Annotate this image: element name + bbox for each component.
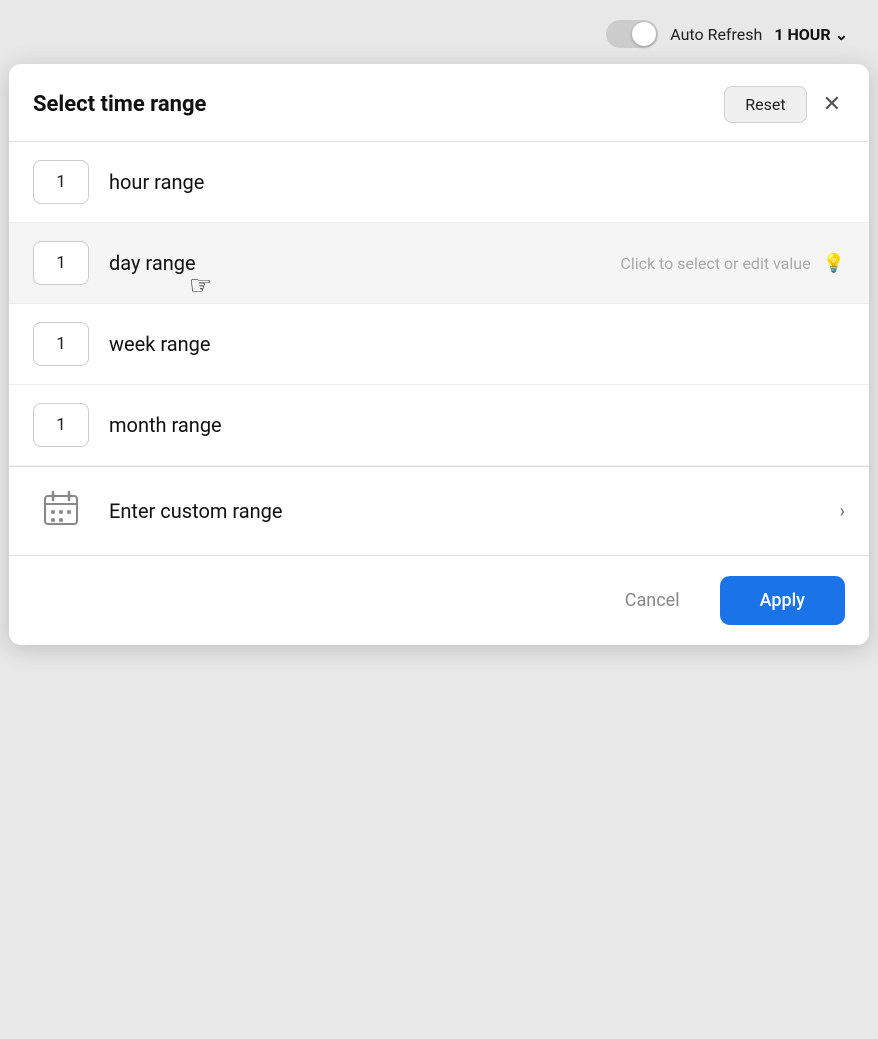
month-range-label: month range: [109, 413, 845, 437]
month-value-box[interactable]: 1: [33, 403, 89, 447]
top-bar: Auto Refresh 1 HOUR ⌄: [606, 20, 878, 48]
day-range-row[interactable]: 1 day range Click to select or edit valu…: [9, 223, 869, 304]
chevron-right-icon: ›: [840, 501, 845, 522]
week-range-label: week range: [109, 332, 845, 356]
modal-header: Select time range Reset ✕: [9, 64, 869, 142]
chevron-down-icon: ⌄: [835, 25, 848, 44]
hour-value-box[interactable]: 1: [33, 160, 89, 204]
week-value-box[interactable]: 1: [33, 322, 89, 366]
month-range-row[interactable]: 1 month range: [9, 385, 869, 466]
hour-selector[interactable]: 1 HOUR ⌄: [774, 25, 848, 44]
apply-button[interactable]: Apply: [720, 576, 845, 625]
hour-range-label: hour range: [109, 170, 845, 194]
time-range-modal: Select time range Reset ✕ 1 hour range 1…: [9, 64, 869, 645]
calendar-icon: [43, 490, 79, 533]
lightbulb-icon: 💡: [823, 253, 845, 274]
header-actions: Reset ✕: [724, 86, 845, 123]
calendar-icon-container: [33, 489, 89, 533]
hour-number: 1: [56, 172, 66, 192]
month-number: 1: [56, 415, 66, 435]
auto-refresh-toggle[interactable]: [606, 20, 658, 48]
day-number: 1: [56, 253, 66, 273]
hour-range-row[interactable]: 1 hour range: [9, 142, 869, 223]
hour-value: 1 HOUR: [774, 25, 830, 44]
modal-footer: Cancel Apply: [9, 555, 869, 645]
day-range-label: day range: [109, 251, 620, 275]
toggle-knob: [632, 22, 656, 46]
reset-button[interactable]: Reset: [724, 86, 806, 123]
week-range-row[interactable]: 1 week range: [9, 304, 869, 385]
modal-title: Select time range: [33, 92, 206, 117]
day-range-hint: Click to select or edit value: [620, 254, 810, 273]
custom-range-label: Enter custom range: [109, 499, 840, 523]
cancel-button[interactable]: Cancel: [605, 578, 700, 623]
week-number: 1: [56, 334, 66, 354]
day-value-box[interactable]: 1: [33, 241, 89, 285]
range-list: 1 hour range 1 day range Click to select…: [9, 142, 869, 555]
auto-refresh-label: Auto Refresh: [670, 25, 762, 44]
close-button[interactable]: ✕: [819, 90, 845, 120]
custom-range-row[interactable]: Enter custom range ›: [9, 466, 869, 555]
cursor-hand-indicator: ☞: [189, 271, 212, 301]
